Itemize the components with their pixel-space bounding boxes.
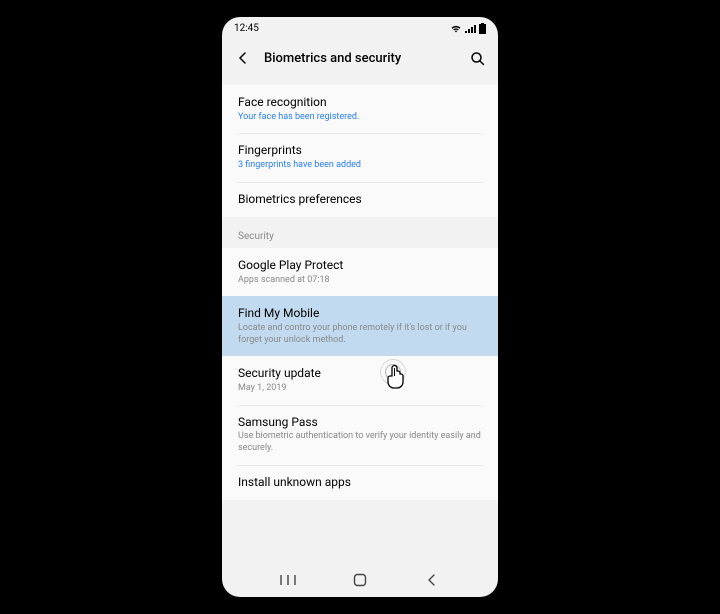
nav-back-button[interactable] — [412, 570, 452, 590]
status-bar: 12:45 — [222, 17, 498, 39]
page-header: Biometrics and security — [222, 39, 498, 77]
row-sub: 3 fingerprints have been added — [238, 160, 482, 172]
back-icon — [426, 574, 438, 586]
status-icons — [450, 23, 486, 34]
nav-home-button[interactable] — [340, 570, 380, 590]
search-button[interactable] — [466, 47, 488, 69]
row-samsung-pass[interactable]: Samsung Pass Use biometric authenticatio… — [222, 405, 498, 465]
wifi-icon — [450, 24, 462, 33]
row-label: Biometrics preferences — [238, 192, 482, 208]
row-label: Samsung Pass — [238, 415, 482, 431]
row-sub: Use biometric authentication to verify y… — [238, 431, 482, 454]
row-sub: May 1, 2019 — [238, 383, 482, 395]
row-label: Google Play Protect — [238, 258, 482, 274]
row-install-unknown-apps[interactable]: Install unknown apps — [222, 465, 498, 501]
row-label: Security update — [238, 366, 482, 382]
row-security-update[interactable]: Security update May 1, 2019 — [222, 356, 498, 404]
search-icon — [470, 51, 485, 66]
row-sub: Locate and contro your phone remotely if… — [238, 323, 482, 346]
status-time: 12:45 — [234, 23, 259, 34]
row-find-my-mobile[interactable]: Find My Mobile Locate and contro your ph… — [222, 296, 498, 356]
section-header-security: Security — [222, 217, 498, 248]
divider — [222, 77, 498, 85]
row-google-play-protect[interactable]: Google Play Protect Apps scanned at 07:1… — [222, 248, 498, 296]
row-sub: Your face has been registered. — [238, 112, 482, 124]
battery-icon — [479, 23, 486, 34]
phone-frame: 12:45 Biometrics and security Face recog… — [222, 17, 498, 597]
row-fingerprints[interactable]: Fingerprints 3 fingerprints have been ad… — [222, 133, 498, 181]
nav-recents-button[interactable] — [268, 570, 308, 590]
home-icon — [353, 573, 367, 587]
settings-list: Face recognition Your face has been regi… — [222, 77, 498, 500]
row-label: Install unknown apps — [238, 475, 482, 491]
page-title: Biometrics and security — [264, 51, 456, 66]
chevron-left-icon — [236, 51, 250, 65]
row-label: Fingerprints — [238, 143, 482, 159]
row-sub: Apps scanned at 07:18 — [238, 275, 482, 287]
signal-icon — [465, 24, 476, 33]
row-label: Face recognition — [238, 95, 482, 111]
nav-bar — [222, 563, 498, 597]
row-label: Find My Mobile — [238, 306, 482, 322]
row-face-recognition[interactable]: Face recognition Your face has been regi… — [222, 85, 498, 133]
back-button[interactable] — [232, 47, 254, 69]
recents-icon — [280, 574, 296, 586]
row-biometrics-preferences[interactable]: Biometrics preferences — [222, 182, 498, 218]
